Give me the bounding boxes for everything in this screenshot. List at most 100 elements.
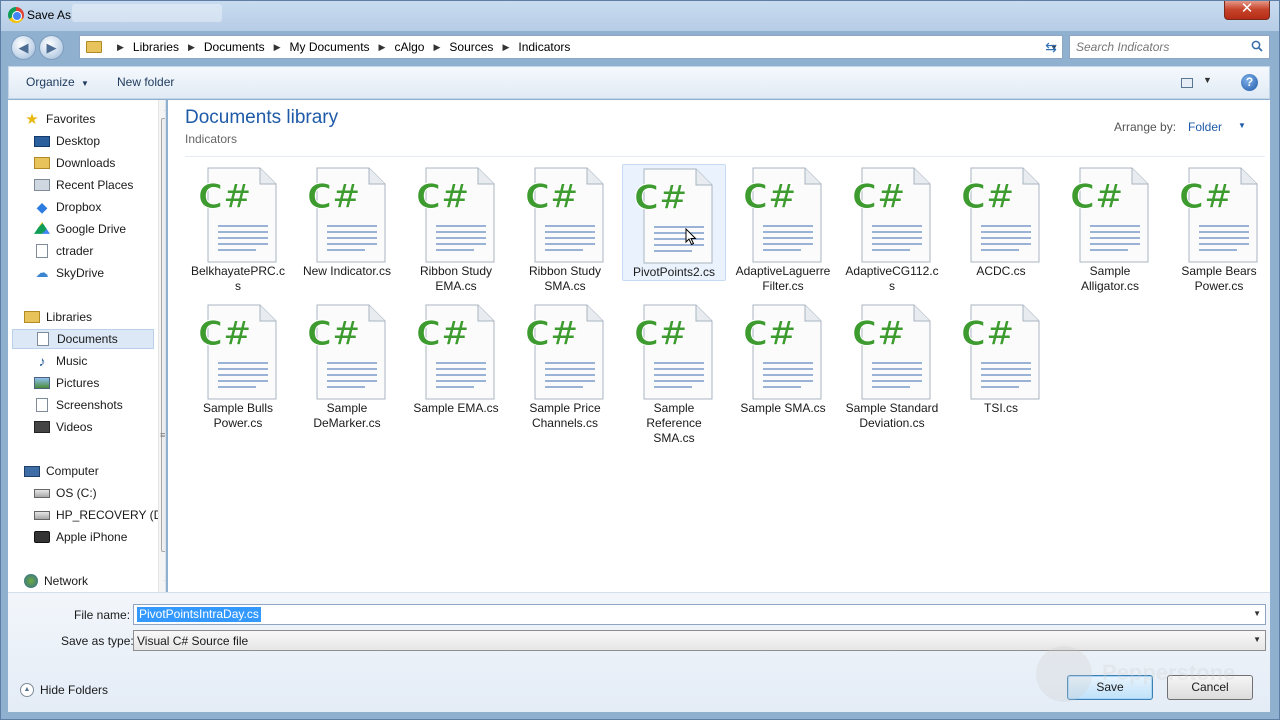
file-item[interactable]: C# Ribbon Study EMA.cs <box>404 164 508 294</box>
chevron-down-icon[interactable]: ▼ <box>1253 635 1261 644</box>
file-item[interactable]: C# AdaptiveCG112.c s <box>840 164 944 294</box>
file-item[interactable]: C# BelkhayatePRC.cs <box>186 164 290 294</box>
file-name-input[interactable]: PivotPointsIntraDay.cs ▼ <box>133 604 1266 625</box>
sidebar-item-libraries[interactable]: Libraries <box>24 307 165 327</box>
file-name-line: TSI.cs <box>983 401 1018 415</box>
breadcrumb-item-my-documents[interactable]: My Documents <box>290 40 370 54</box>
breadcrumb-separator-icon[interactable]: ▶ <box>379 42 386 53</box>
forward-button[interactable]: ▶ <box>39 35 64 60</box>
file-item[interactable]: C# AdaptiveLaguerre Filter.cs <box>731 164 835 294</box>
file-item[interactable]: C# Ribbon Study SMA.cs <box>513 164 617 294</box>
csharp-file-icon: C# <box>307 304 386 400</box>
new-folder-button[interactable]: New folder <box>117 75 174 89</box>
chevron-down-icon[interactable]: ▼ <box>1238 121 1246 130</box>
file-item[interactable]: C# Sample DeMarker.cs <box>295 301 399 431</box>
csharp-file-icon: C# <box>198 304 277 400</box>
sidebar-item-skydrive[interactable]: ☁ SkyDrive <box>34 263 165 283</box>
csharp-file-icon: C# <box>743 167 822 263</box>
file-name-line: Sample Price <box>529 401 601 415</box>
sidebar-item-google-drive[interactable]: Google Drive <box>34 219 165 239</box>
file-item[interactable]: C# Sample Reference SMA.cs <box>622 301 726 446</box>
breadcrumb-item-indicators[interactable]: Indicators <box>518 40 570 54</box>
file-icon-wrapper: C# <box>196 301 280 401</box>
breadcrumb: ▶ Libraries ▶ Documents ▶ My Documents ▶ cAlgo ▶… <box>108 40 570 54</box>
file-item[interactable]: C# PivotPoints2.cs <box>622 164 726 281</box>
refresh-button[interactable]: ⇆ <box>1039 35 1063 59</box>
sidebar-item-downloads[interactable]: Downloads <box>34 153 165 173</box>
file-icon-wrapper: C# <box>414 164 498 264</box>
breadcrumb-separator-icon[interactable]: ▶ <box>188 42 195 53</box>
sidebar-item-label: OS (C:) <box>56 486 97 500</box>
skydrive-icon: ☁ <box>35 265 49 280</box>
file-item[interactable]: C# Sample SMA.cs <box>731 301 835 416</box>
file-name-line: DeMarker.cs <box>313 416 381 430</box>
sidebar-item-computer[interactable]: Computer <box>24 461 165 481</box>
library-subtitle: Indicators <box>185 132 238 146</box>
breadcrumb-separator-icon[interactable]: ▶ <box>117 42 124 53</box>
file-name-value[interactable]: PivotPointsIntraDay.cs <box>137 607 261 622</box>
file-item[interactable]: C# Sample Bears Power.cs <box>1167 164 1271 294</box>
breadcrumb-separator-icon[interactable]: ▶ <box>274 42 281 53</box>
svg-text:C#: C# <box>525 314 578 354</box>
file-item[interactable]: C# Sample Standard Deviation.cs <box>840 301 944 431</box>
breadcrumb-item-calgo[interactable]: cAlgo <box>394 40 424 54</box>
save-type-select[interactable]: Visual C# Source file ▼ <box>133 630 1266 651</box>
file-item[interactable]: C# ACDC.cs <box>949 164 1053 279</box>
search-input[interactable] <box>1076 39 1246 55</box>
csharp-file-icon: C# <box>307 167 386 263</box>
sidebar-item-recent-places[interactable]: Recent Places <box>34 175 165 195</box>
libraries-icon <box>24 311 40 323</box>
breadcrumb-item-documents[interactable]: Documents <box>204 40 265 54</box>
file-item[interactable]: C# Sample EMA.cs <box>404 301 508 416</box>
sidebar-item-screenshots[interactable]: Screenshots <box>34 395 165 415</box>
breadcrumb-separator-icon[interactable]: ▶ <box>433 42 440 53</box>
sidebar-item-hp-recovery-d[interactable]: HP_RECOVERY (D <box>34 505 165 525</box>
chevron-down-icon[interactable]: ▼ <box>1203 75 1212 85</box>
sidebar-item-apple-iphone[interactable]: Apple iPhone <box>34 527 165 547</box>
sidebar-item-network[interactable]: Network <box>24 571 165 591</box>
breadcrumb-item-libraries[interactable]: Libraries <box>133 40 179 54</box>
svg-text:C#: C# <box>961 314 1014 354</box>
file-item[interactable]: C# New Indicator.cs <box>295 164 399 279</box>
csharp-file-icon: C# <box>525 304 604 400</box>
address-bar[interactable]: ▶ Libraries ▶ Documents ▶ My Documents ▶ cAlgo ▶… <box>79 35 1063 59</box>
file-item[interactable]: C# TSI.cs <box>949 301 1053 416</box>
organize-menu[interactable]: Organize ▼ <box>26 75 89 89</box>
scroll-up-icon[interactable]: ▲ <box>163 104 165 113</box>
sidebar-item-dropbox[interactable]: ◆ Dropbox <box>34 197 165 217</box>
music-icon: ♪ <box>38 353 46 369</box>
file-item[interactable]: C# Sample Price Channels.cs <box>513 301 617 431</box>
scroll-down-icon[interactable]: ▼ <box>163 578 165 587</box>
file-item[interactable]: C# Sample Alligator.cs <box>1058 164 1162 294</box>
scrollbar-thumb[interactable] <box>161 118 165 552</box>
file-item[interactable]: C# Sample Bulls Power.cs <box>186 301 290 431</box>
sidebar-item-desktop[interactable]: Desktop <box>34 131 165 151</box>
arrange-by-dropdown[interactable]: Folder <box>1188 120 1222 134</box>
sidebar-item-videos[interactable]: Videos <box>34 417 165 437</box>
sidebar-item-pictures[interactable]: Pictures <box>34 373 165 393</box>
close-button[interactable]: ✕ <box>1224 0 1270 20</box>
downloads-folder-icon <box>34 157 50 169</box>
cancel-button[interactable]: Cancel <box>1167 675 1253 700</box>
sidebar-item-music[interactable]: ♪ Music <box>34 351 165 371</box>
sidebar-item-favorites[interactable]: ★ Favorites <box>24 109 165 129</box>
view-options-icon[interactable] <box>1181 78 1193 88</box>
file-name-label: Sample DeMarker.cs <box>295 401 399 431</box>
search-box[interactable] <box>1069 35 1270 59</box>
sidebar-item-os-c[interactable]: OS (C:) <box>34 483 165 503</box>
file-name-line: Sample <box>1089 264 1131 278</box>
breadcrumb-item-sources[interactable]: Sources <box>449 40 493 54</box>
csharp-file-icon: C# <box>1179 167 1258 263</box>
sidebar-item-ctrader[interactable]: ctrader <box>34 241 165 261</box>
breadcrumb-separator-icon[interactable]: ▶ <box>502 42 509 53</box>
sidebar-item-documents[interactable]: Documents <box>12 329 154 349</box>
recent-places-icon <box>34 179 50 191</box>
save-button[interactable]: Save <box>1067 675 1153 700</box>
chevron-down-icon[interactable]: ▼ <box>1253 609 1261 618</box>
help-icon[interactable]: ? <box>1241 74 1258 91</box>
sidebar-scrollbar[interactable]: ▲ ▼ <box>158 100 165 592</box>
file-icon-wrapper: C# <box>1177 164 1261 264</box>
back-button[interactable]: ◀ <box>11 35 36 60</box>
hide-folders-toggle[interactable]: ▲ Hide Folders <box>20 683 108 697</box>
svg-text:C#: C# <box>416 314 469 354</box>
